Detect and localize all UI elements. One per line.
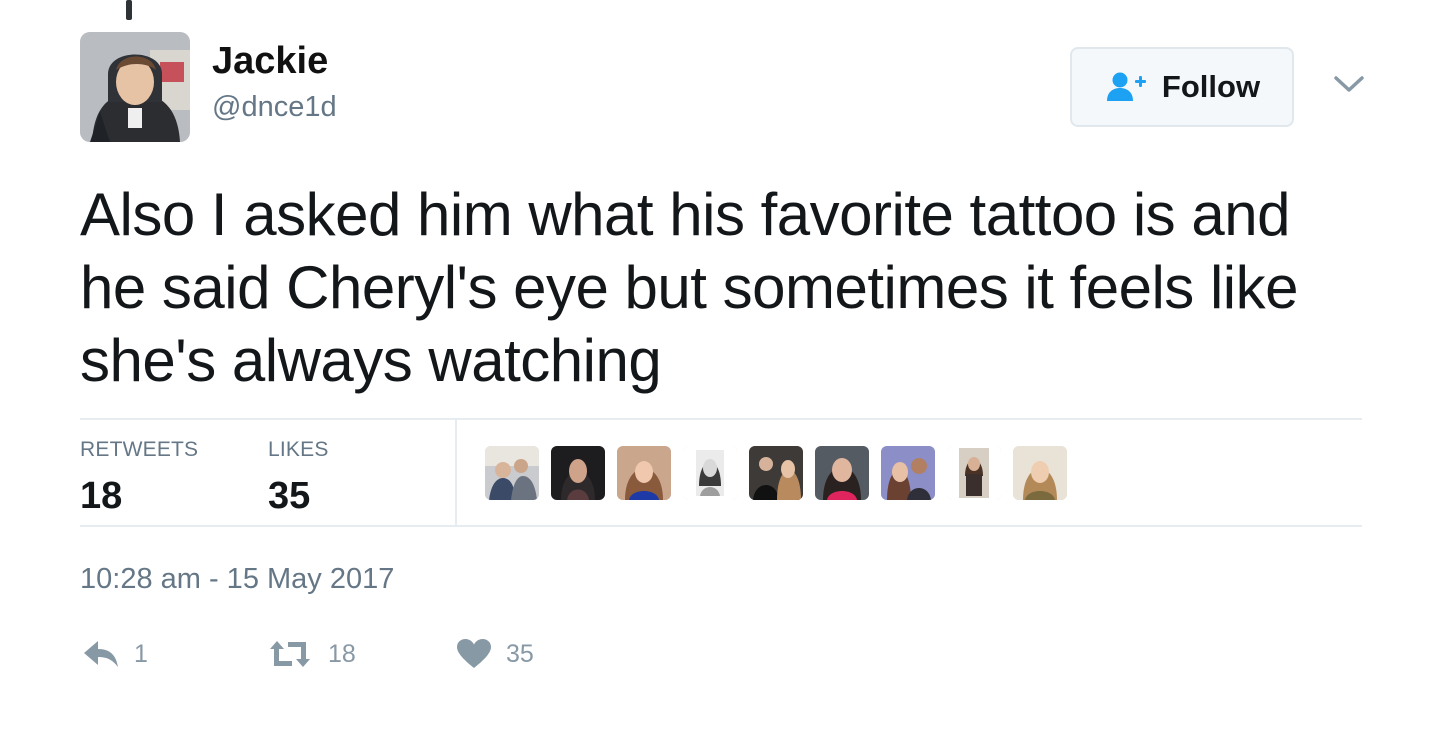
retweets-stat[interactable]: RETWEETS 18: [80, 438, 198, 516]
follow-button-label: Follow: [1161, 69, 1261, 104]
chevron-down-icon[interactable]: [1332, 72, 1366, 96]
reply-button[interactable]: 1: [82, 632, 148, 676]
author-display-name[interactable]: Jackie: [212, 40, 337, 82]
retweet-button[interactable]: 18: [266, 632, 356, 676]
follow-button[interactable]: Follow: [1070, 47, 1294, 127]
liker-avatar[interactable]: [551, 446, 605, 500]
likes-label: LIKES: [268, 438, 329, 461]
likes-stat[interactable]: LIKES 35: [268, 438, 329, 516]
retweet-icon: [270, 641, 310, 667]
avatar-photo: [80, 32, 190, 142]
heart-icon: [457, 639, 491, 668]
like-count: 35: [506, 640, 534, 668]
likes-count: 35: [268, 475, 311, 517]
tweet-actions: 1 18 35: [80, 632, 680, 676]
stats-divider: [455, 420, 457, 525]
liker-avatar[interactable]: [947, 446, 1001, 500]
liker-avatar[interactable]: [749, 446, 803, 500]
author-avatar[interactable]: [80, 32, 190, 142]
author-info: Jackie @dnce1d: [212, 40, 337, 124]
follow-user-plus-icon: [1106, 72, 1146, 101]
reply-count: 1: [134, 640, 148, 668]
retweets-label: RETWEETS: [80, 438, 199, 461]
reply-icon: [84, 641, 118, 667]
tweet-stats: RETWEETS 18 LIKES 35: [80, 418, 1362, 527]
thread-connector-line: [126, 0, 132, 20]
author-handle[interactable]: @dnce1d: [212, 90, 337, 124]
liker-avatar[interactable]: [815, 446, 869, 500]
tweet-header: Jackie @dnce1d Follow: [80, 32, 1380, 152]
liker-avatar[interactable]: [881, 446, 935, 500]
retweet-count: 18: [328, 640, 356, 668]
like-button[interactable]: 35: [456, 632, 534, 676]
retweets-count: 18: [80, 475, 123, 517]
liker-avatar[interactable]: [1013, 446, 1067, 500]
tweet-text: Also I asked him what his favorite tatto…: [80, 181, 1298, 394]
liker-avatar[interactable]: [485, 446, 539, 500]
liker-avatar[interactable]: [617, 446, 671, 500]
tweet-timestamp[interactable]: 10:28 am - 15 May 2017: [80, 562, 394, 596]
liker-avatars: [485, 446, 1105, 502]
liker-avatar[interactable]: [683, 446, 737, 500]
